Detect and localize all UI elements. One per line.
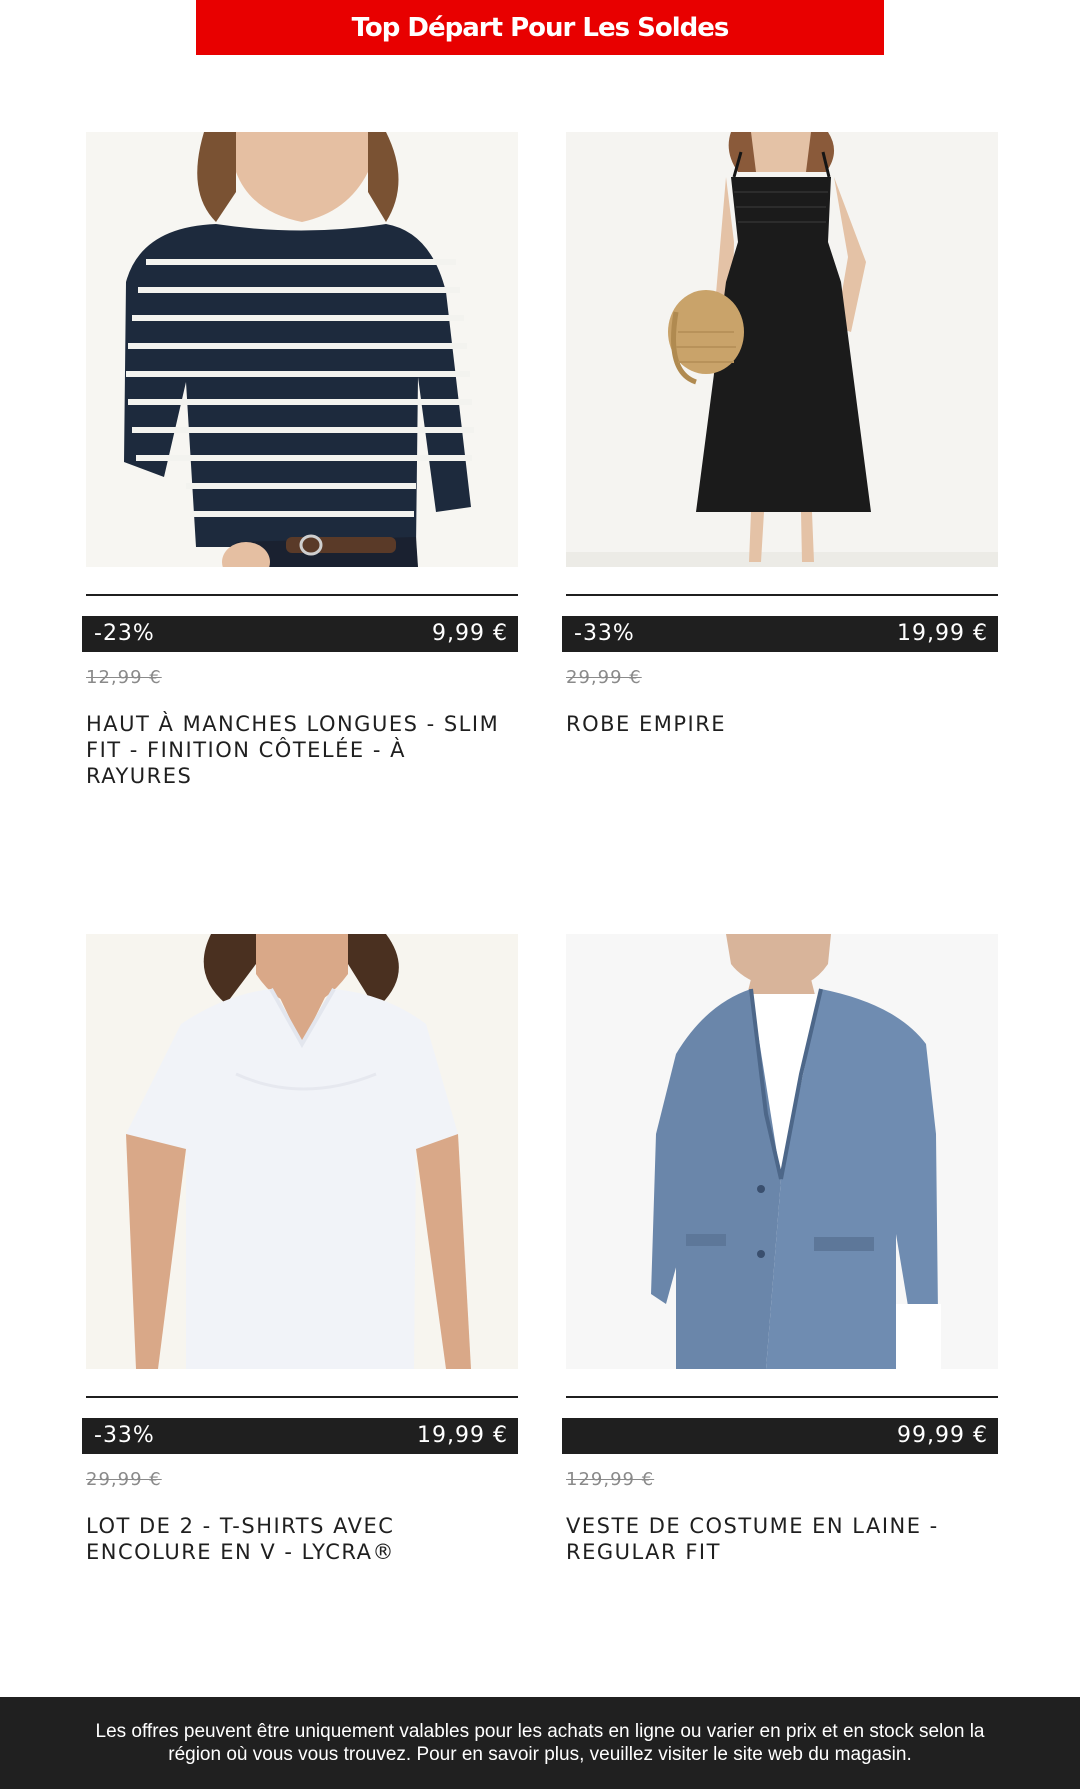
product-image[interactable]	[86, 132, 518, 567]
discount-label: -33%	[94, 1423, 155, 1448]
price-bar: -33% 19,99 €	[82, 1418, 518, 1454]
sale-price: 19,99 €	[897, 621, 988, 646]
divider	[566, 1396, 998, 1398]
product-name[interactable]: HAUT À MANCHES LONGUES - SLIM FIT - FINI…	[86, 711, 518, 789]
divider	[86, 594, 518, 596]
original-price: 12,99 €	[86, 667, 162, 688]
product-name[interactable]: LOT DE 2 - T-SHIRTS AVEC ENCOLURE EN V -…	[86, 1513, 518, 1565]
banner-title: Top Départ Pour Les Soldes	[351, 12, 730, 43]
product-name[interactable]: VESTE DE COSTUME EN LAINE - REGULAR FIT	[566, 1513, 998, 1565]
price-bar: 99,99 €	[562, 1418, 998, 1454]
divider	[86, 1396, 518, 1398]
product-image[interactable]	[566, 934, 998, 1369]
sale-price: 99,99 €	[897, 1423, 988, 1448]
product-name[interactable]: ROBE EMPIRE	[566, 711, 998, 737]
disclaimer-text: Les offres peuvent être uniquement valab…	[95, 1721, 985, 1765]
discount-label: -23%	[94, 621, 155, 646]
product-image[interactable]	[86, 934, 518, 1369]
sale-price: 9,99 €	[432, 621, 508, 646]
footer-disclaimer: Les offres peuvent être uniquement valab…	[0, 1697, 1080, 1789]
sale-banner[interactable]: Top Départ Pour Les Soldes	[196, 0, 884, 55]
divider	[566, 594, 998, 596]
original-price: 29,99 €	[86, 1469, 162, 1490]
price-bar: -33% 19,99 €	[562, 616, 998, 652]
price-bar: -23% 9,99 €	[82, 616, 518, 652]
discount-label: -33%	[574, 621, 635, 646]
product-image[interactable]	[566, 132, 998, 567]
sale-price: 19,99 €	[417, 1423, 508, 1448]
original-price: 129,99 €	[566, 1469, 655, 1490]
original-price: 29,99 €	[566, 667, 642, 688]
